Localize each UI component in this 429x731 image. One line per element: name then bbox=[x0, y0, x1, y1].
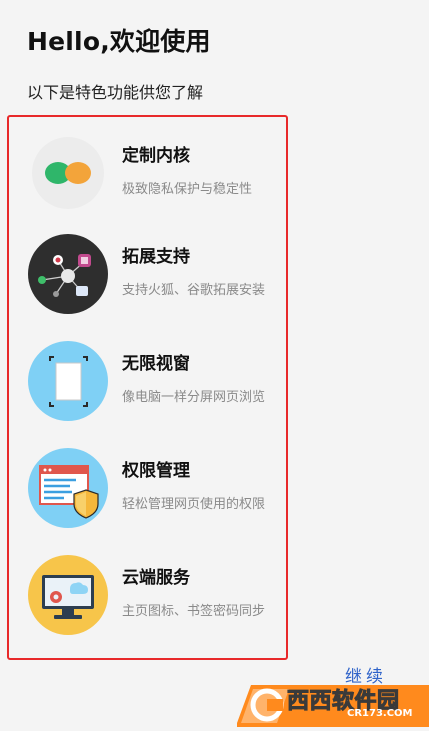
cloud-monitor-icon bbox=[26, 553, 110, 637]
feature-item-custom-kernel: 定制内核 极致隐私保护与稳定性 bbox=[26, 131, 286, 215]
feature-desc: 像电脑一样分屏网页浏览 bbox=[122, 390, 266, 405]
feature-item-multi-window: 无限视窗 像电脑一样分屏网页浏览 bbox=[26, 339, 286, 423]
feature-title: 拓展支持 bbox=[122, 247, 190, 267]
permission-shield-icon bbox=[26, 446, 110, 530]
feature-desc: 支持火狐、谷歌拓展安装 bbox=[122, 283, 266, 298]
watermark-logo: 西西软件园 CR173.COM bbox=[229, 677, 429, 727]
page-title: Hello,欢迎使用 bbox=[27, 27, 211, 56]
page-subtitle: 以下是特色功能供您了解 bbox=[27, 83, 204, 102]
feature-item-extension: 拓展支持 支持火狐、谷歌拓展安装 bbox=[26, 232, 286, 316]
extension-network-icon bbox=[26, 232, 110, 316]
multi-window-icon bbox=[26, 339, 110, 423]
feature-desc: 主页图标、书签密码同步 bbox=[122, 604, 266, 619]
feature-item-permission: 权限管理 轻松管理网页使用的权限 bbox=[26, 446, 286, 530]
feature-desc: 轻松管理网页使用的权限 bbox=[122, 497, 266, 512]
feature-title: 定制内核 bbox=[122, 146, 190, 166]
feature-item-cloud: 云端服务 主页图标、书签密码同步 bbox=[26, 553, 286, 637]
custom-kernel-icon bbox=[26, 131, 110, 215]
watermark-url: CR173.COM bbox=[347, 708, 413, 719]
feature-desc: 极致隐私保护与稳定性 bbox=[122, 182, 253, 197]
feature-title: 权限管理 bbox=[122, 461, 190, 481]
feature-title: 无限视窗 bbox=[122, 354, 190, 374]
feature-title: 云端服务 bbox=[122, 568, 190, 588]
